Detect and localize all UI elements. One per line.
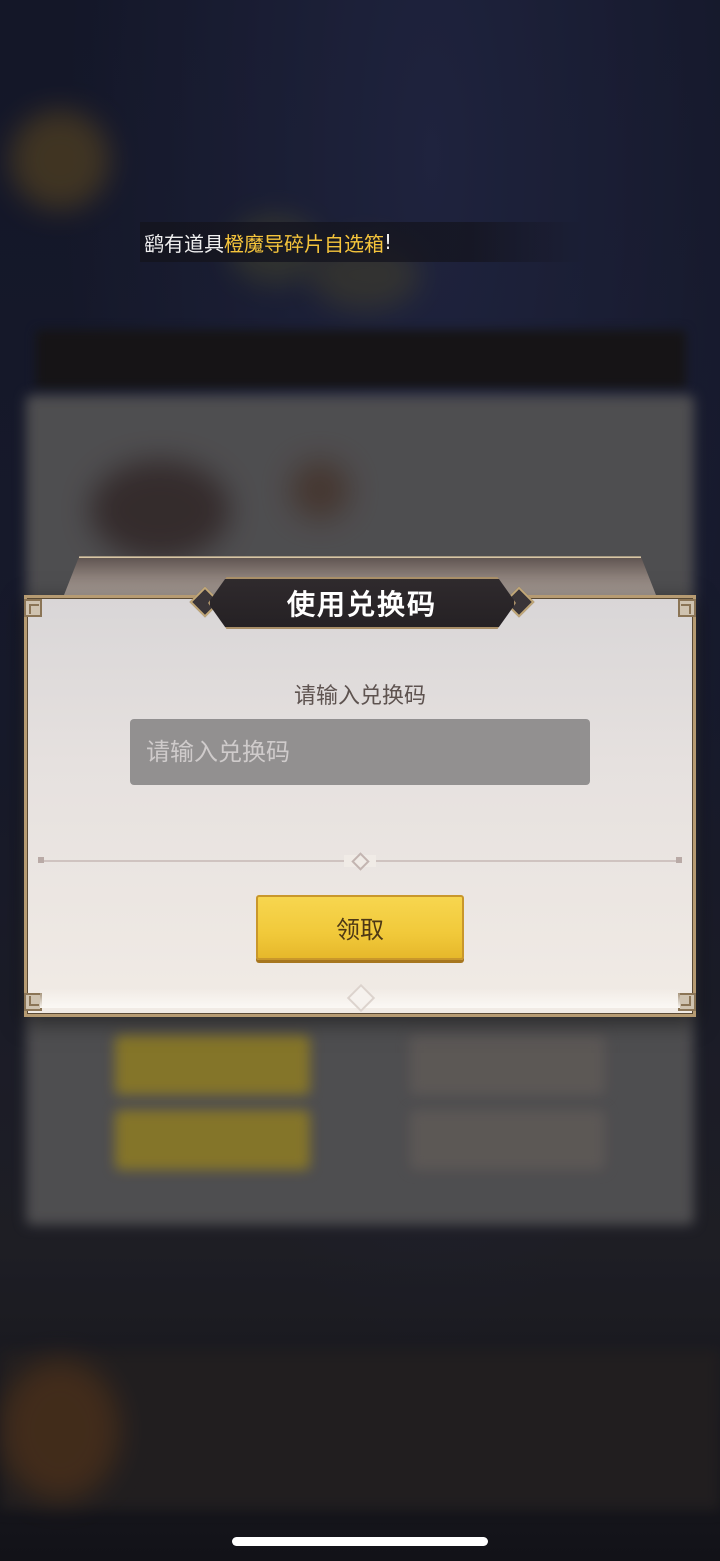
corner-ornament-icon: [678, 993, 696, 1011]
divider-end-dot: [38, 857, 44, 863]
corner-ornament-icon: [24, 599, 42, 617]
redeem-prompt: 请输入兑换码: [293, 684, 426, 709]
divider-end-dot: [676, 857, 682, 863]
claim-button[interactable]: 领取: [256, 895, 464, 960]
marquee-item-name: 橙魔导碎片自选箱: [224, 231, 384, 256]
marquee-prefix: 鹞有道具: [144, 231, 224, 256]
diamond-divider-icon: [344, 851, 376, 871]
marquee-suffix: !: [384, 230, 393, 254]
dialog-title: 使用兑换码: [286, 588, 437, 621]
corner-ornament-icon: [678, 599, 696, 617]
dialog-title-plate: 使用兑换码: [208, 577, 516, 629]
redeem-code-input[interactable]: [130, 719, 590, 785]
announcement-marquee: 鹞有道具 橙魔导碎片自选箱!: [140, 222, 584, 262]
home-indicator[interactable]: [232, 1537, 488, 1546]
